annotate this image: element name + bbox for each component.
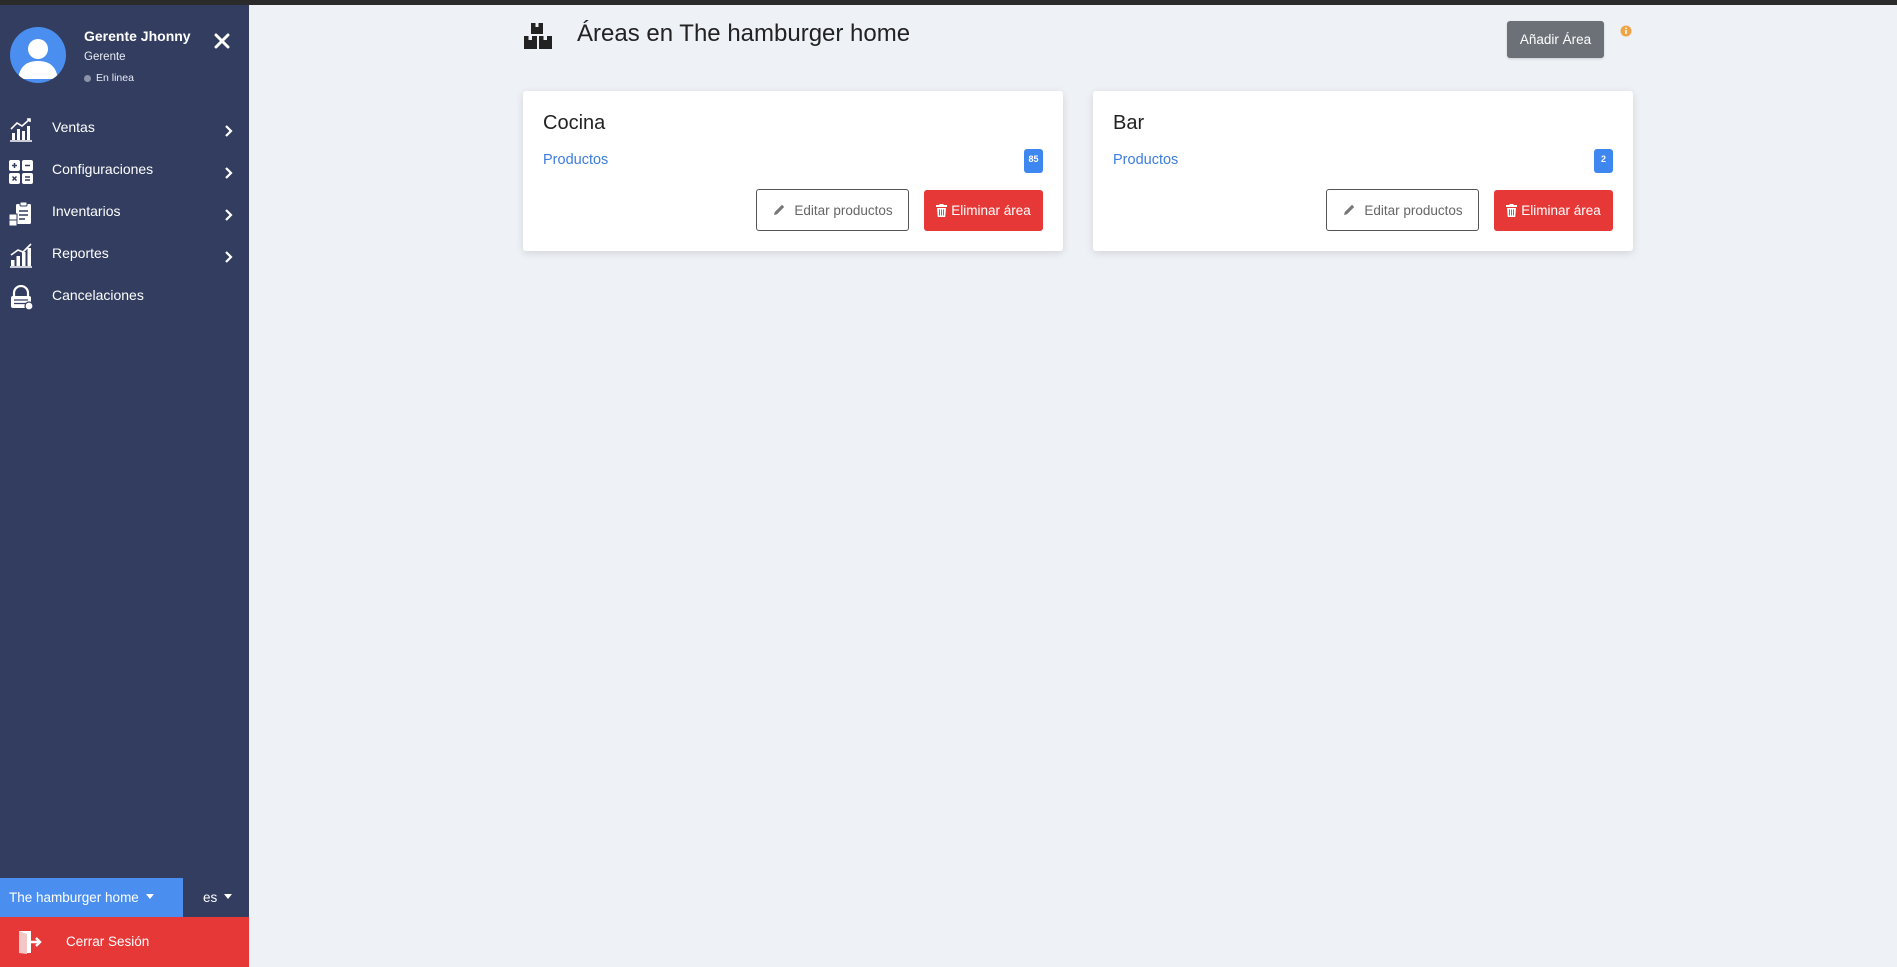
grid-settings-icon bbox=[8, 159, 34, 185]
caret-down-icon bbox=[224, 894, 233, 899]
user-role: Gerente bbox=[84, 51, 126, 63]
language-dropdown[interactable]: es bbox=[183, 878, 249, 917]
trash-icon bbox=[1506, 204, 1518, 217]
logout-button[interactable]: Cerrar Sesión bbox=[0, 917, 249, 967]
area-name: Bar bbox=[1113, 112, 1145, 134]
language-dropdown-label: es bbox=[203, 890, 218, 905]
edit-products-label: Editar productos bbox=[794, 202, 893, 218]
close-sidebar-button[interactable] bbox=[211, 30, 233, 52]
edit-products-button[interactable]: Editar productos bbox=[1326, 189, 1479, 231]
add-area-button[interactable]: Añadir Área bbox=[1507, 21, 1604, 58]
sidebar-item-configuraciones[interactable]: Configuraciones bbox=[0, 151, 249, 193]
products-link[interactable]: Productos bbox=[1113, 152, 1178, 168]
sales-chart-icon bbox=[8, 117, 34, 143]
delete-area-label: Eliminar área bbox=[951, 203, 1031, 218]
inventory-clipboard-icon bbox=[8, 201, 34, 227]
area-card-bar: Bar Productos 2 Editar productos Elimina… bbox=[1093, 91, 1633, 251]
page-title: Áreas en The hamburger home bbox=[577, 20, 911, 47]
caret-down-icon bbox=[145, 894, 154, 899]
chevron-right-icon bbox=[224, 125, 234, 137]
close-icon bbox=[214, 33, 230, 49]
pencil-icon bbox=[774, 204, 785, 215]
sidebar-item-label: Reportes bbox=[52, 245, 109, 261]
boxes-icon bbox=[523, 22, 553, 50]
edit-products-button[interactable]: Editar productos bbox=[756, 189, 909, 231]
products-link[interactable]: Productos bbox=[543, 152, 608, 168]
product-count-badge: 85 bbox=[1024, 149, 1043, 173]
area-name: Cocina bbox=[543, 112, 606, 134]
avatar-icon bbox=[10, 27, 66, 83]
chevron-right-icon bbox=[224, 167, 234, 179]
area-card-cocina: Cocina Productos 85 Editar productos Eli… bbox=[523, 91, 1063, 251]
pencil-icon bbox=[1344, 204, 1355, 215]
sidebar-item-label: Inventarios bbox=[52, 203, 121, 219]
info-icon[interactable] bbox=[1620, 25, 1632, 37]
status-dot-icon bbox=[84, 74, 91, 82]
sidebar-nav: Ventas Configuraciones Inventarios Repor… bbox=[0, 109, 249, 319]
sidebar-bottom-bar: The hamburger home es bbox=[0, 878, 249, 917]
delete-area-button[interactable]: Eliminar área bbox=[924, 190, 1043, 231]
chevron-right-icon bbox=[224, 209, 234, 221]
sidebar-item-label: Ventas bbox=[52, 119, 95, 135]
reports-chart-icon bbox=[8, 243, 34, 269]
user-status-label: En linea bbox=[96, 72, 134, 84]
sidebar-item-label: Configuraciones bbox=[52, 161, 154, 177]
lock-icon bbox=[8, 285, 34, 311]
user-name: Gerente Jhonny bbox=[84, 28, 191, 44]
window-top-bar bbox=[0, 0, 1897, 5]
sidebar-item-ventas[interactable]: Ventas bbox=[0, 109, 249, 151]
edit-products-label: Editar productos bbox=[1364, 202, 1463, 218]
sidebar-item-label: Cancelaciones bbox=[52, 287, 144, 303]
trash-icon bbox=[936, 204, 948, 217]
logout-icon bbox=[16, 929, 42, 955]
restaurant-dropdown-label: The hamburger home bbox=[9, 890, 139, 905]
user-status: En linea bbox=[84, 72, 134, 84]
delete-area-label: Eliminar área bbox=[1521, 203, 1601, 218]
logout-label: Cerrar Sesión bbox=[66, 934, 150, 949]
sidebar-item-cancelaciones[interactable]: Cancelaciones bbox=[0, 277, 249, 319]
restaurant-dropdown[interactable]: The hamburger home bbox=[0, 878, 183, 917]
sidebar: Gerente Jhonny Gerente En linea Ventas C… bbox=[0, 5, 249, 967]
product-count-badge: 2 bbox=[1594, 149, 1613, 173]
user-profile: Gerente Jhonny Gerente En linea bbox=[0, 5, 249, 100]
sidebar-item-reportes[interactable]: Reportes bbox=[0, 235, 249, 277]
chevron-right-icon bbox=[224, 251, 234, 263]
delete-area-button[interactable]: Eliminar área bbox=[1494, 190, 1613, 231]
sidebar-item-inventarios[interactable]: Inventarios bbox=[0, 193, 249, 235]
